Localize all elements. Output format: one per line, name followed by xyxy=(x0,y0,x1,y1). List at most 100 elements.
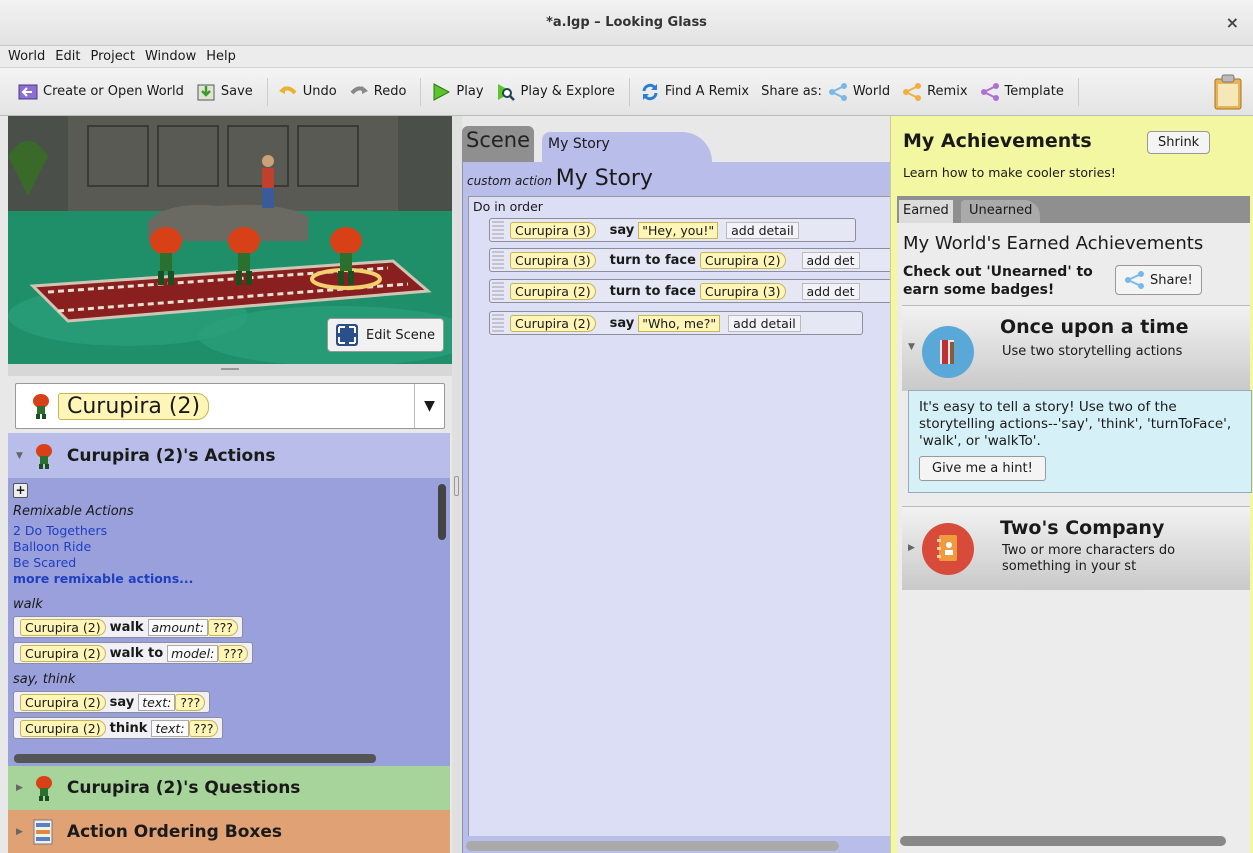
find-remix-button[interactable]: Find A Remix xyxy=(640,83,749,101)
clipboard-icon[interactable] xyxy=(1213,74,1243,110)
subject-token[interactable]: Curupira (2) xyxy=(510,314,596,332)
say-action-tile[interactable]: Curupira (2) say text:??? xyxy=(13,691,211,713)
statement-row[interactable]: Curupira (3) say "Hey, you!" add detail xyxy=(489,218,856,242)
tab-earned[interactable]: Earned xyxy=(899,200,953,223)
statement-row[interactable]: Curupira (2) say "Who, me?" add detail xyxy=(489,311,863,335)
scene-viewport[interactable]: Edit Scene xyxy=(8,116,452,364)
share-world-button[interactable]: World xyxy=(828,82,890,101)
save-button[interactable]: Save xyxy=(196,83,253,101)
remix-item-2-do-togethers[interactable]: 2 Do Togethers xyxy=(13,523,450,539)
share-icon xyxy=(903,82,922,101)
menu-world[interactable]: World xyxy=(8,49,45,64)
hint-button[interactable]: Give me a hint! xyxy=(919,456,1046,481)
achievements-title: My Achievements xyxy=(903,130,1092,152)
redo-button[interactable]: Redo xyxy=(349,83,406,101)
argument-token[interactable]: "Who, me?" xyxy=(638,314,721,332)
drag-handle[interactable] xyxy=(492,314,504,332)
horizontal-scrollbar[interactable] xyxy=(466,841,839,851)
remixable-actions-title: Remixable Actions xyxy=(13,504,134,519)
create-world-button[interactable]: Create or Open World xyxy=(18,83,184,101)
param-value[interactable]: ??? xyxy=(207,618,238,636)
menu-edit[interactable]: Edit xyxy=(55,49,80,64)
play-icon xyxy=(433,82,451,101)
verb-label: turn to face xyxy=(609,283,696,299)
questions-header[interactable]: ▶ Curupira (2)'s Questions xyxy=(8,766,450,810)
curupira-icon xyxy=(35,776,52,801)
share-remix-button[interactable]: Remix xyxy=(902,82,968,101)
statement-row[interactable]: Curupira (2) turn to face Curupira (3) add … xyxy=(489,279,892,303)
tab-my-story[interactable]: My Story xyxy=(542,132,712,162)
expand-triangle-icon[interactable]: ▶ xyxy=(16,783,23,793)
expand-triangle-icon[interactable]: ▶ xyxy=(908,543,915,553)
subject-token[interactable]: Curupira (2) xyxy=(510,282,596,300)
achievement-details-text: It's easy to tell a story! Use two of th… xyxy=(919,399,1232,449)
do-in-order-block[interactable]: Do in order Curupira (3) say "Hey, you!" ad… xyxy=(468,196,892,836)
custom-action-header: custom action My Story xyxy=(463,166,653,191)
edit-scene-label: Edit Scene xyxy=(366,327,435,343)
statement-row[interactable]: Curupira (3) turn to face Curupira (2) add … xyxy=(489,248,892,272)
remix-item-balloon-ride[interactable]: Balloon Ride xyxy=(13,539,450,555)
vertical-splitter[interactable] xyxy=(452,116,462,853)
edit-scene-button[interactable]: Edit Scene xyxy=(327,318,444,352)
menu-project[interactable]: Project xyxy=(90,49,134,64)
remix-item-be-scared[interactable]: Be Scared xyxy=(13,555,450,571)
drag-handle[interactable] xyxy=(492,221,504,239)
actions-header[interactable]: ▼ Curupira (2)'s Actions xyxy=(8,433,450,478)
collapse-triangle-icon[interactable]: ▼ xyxy=(908,342,915,352)
shrink-button[interactable]: Shrink xyxy=(1147,131,1211,154)
tab-scene[interactable]: Scene xyxy=(462,126,535,162)
argument-token[interactable]: Curupira (3) xyxy=(699,282,786,300)
add-detail-button[interactable]: add det xyxy=(801,282,860,300)
share-button[interactable]: Share! xyxy=(1115,265,1202,295)
tab-unearned[interactable]: Unearned xyxy=(961,200,1041,223)
add-detail-button[interactable]: add det xyxy=(801,251,860,269)
toolbar-divider xyxy=(628,77,630,106)
expand-triangle-icon[interactable]: ▶ xyxy=(16,827,23,837)
verb-label: walk to xyxy=(109,645,164,661)
open-world-icon xyxy=(18,84,38,99)
more-remixable-link[interactable]: more remixable actions... xyxy=(13,571,450,587)
save-label: Save xyxy=(220,84,253,99)
drag-handle[interactable] xyxy=(492,251,504,269)
drag-handle[interactable] xyxy=(492,282,504,300)
argument-token[interactable]: "Hey, you!" xyxy=(638,221,719,239)
vertical-scrollbar[interactable] xyxy=(438,484,446,540)
questions-header-label: Curupira (2)'s Questions xyxy=(66,778,301,798)
menu-window[interactable]: Window xyxy=(145,49,196,64)
share-label: Share! xyxy=(1150,272,1193,288)
share-as-label: Share as: xyxy=(761,84,822,99)
play-button[interactable]: Play xyxy=(431,82,484,101)
play-explore-button[interactable]: Play & Explore xyxy=(496,83,615,101)
dropdown-arrow-icon[interactable]: ▼ xyxy=(414,384,444,428)
undo-button[interactable]: Undo xyxy=(278,83,337,101)
param-value[interactable]: ??? xyxy=(188,719,219,737)
add-detail-button[interactable]: add detail xyxy=(728,314,801,332)
subject-token[interactable]: Curupira (3) xyxy=(510,251,596,269)
panel-splitter[interactable] xyxy=(8,364,452,376)
argument-token[interactable]: Curupira (2) xyxy=(699,251,786,269)
share-template-button[interactable]: Template xyxy=(980,82,1064,101)
achievement-card-once-upon[interactable]: ▼ Once upon a time Use two storytelling … xyxy=(902,305,1250,391)
achievement-card-twos-company[interactable]: ▶ Two's Company Two or more characters d… xyxy=(902,506,1250,590)
param-value[interactable]: ??? xyxy=(218,644,249,662)
add-action-button[interactable]: + xyxy=(13,483,28,498)
contacts-book-icon xyxy=(922,523,974,575)
ordering-header[interactable]: ▶ Action Ordering Boxes xyxy=(8,810,450,853)
subject-token[interactable]: Curupira (3) xyxy=(510,221,596,239)
add-detail-button[interactable]: add detail xyxy=(726,221,799,239)
horizontal-scrollbar[interactable] xyxy=(14,754,376,763)
horizontal-scrollbar[interactable] xyxy=(900,836,1226,846)
collapse-triangle-icon[interactable]: ▼ xyxy=(16,451,23,461)
title-bar: *a.lgp – Looking Glass × xyxy=(0,0,1253,46)
walk-action-tile[interactable]: Curupira (2) walk amount:??? xyxy=(13,616,243,638)
earned-pane: My World's Earned Achievements Check out… xyxy=(897,223,1252,853)
earned-subtitle: Check out 'Unearned' to earn some badges… xyxy=(903,263,1093,299)
close-icon[interactable]: × xyxy=(1226,13,1239,32)
menu-help[interactable]: Help xyxy=(206,49,236,64)
character-selector[interactable]: Curupira (2) ▼ xyxy=(15,383,445,429)
toolbar: Create or Open World Save Undo Redo Play… xyxy=(0,68,1253,116)
param-value[interactable]: ??? xyxy=(175,693,206,711)
walkto-action-tile[interactable]: Curupira (2) walk to model:??? xyxy=(13,642,254,664)
think-action-tile[interactable]: Curupira (2) think text:??? xyxy=(13,717,224,739)
selected-character: Curupira (2) xyxy=(58,392,210,420)
